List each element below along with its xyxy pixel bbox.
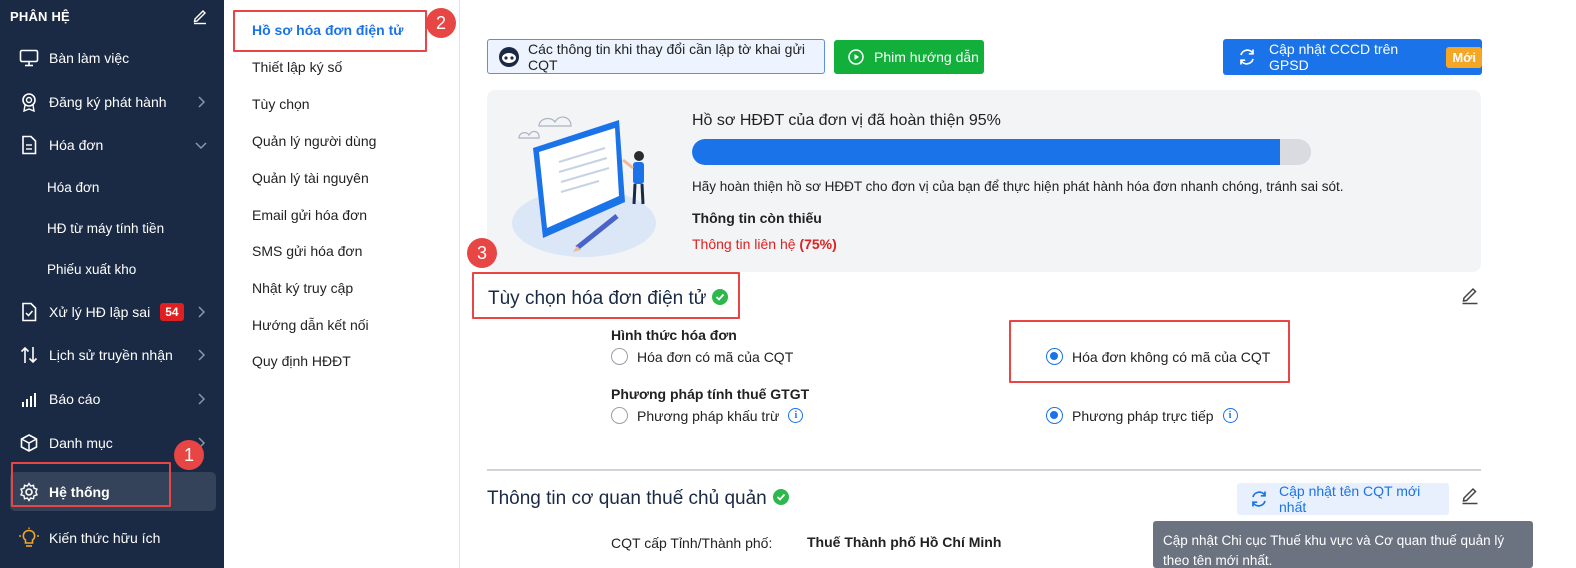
radio-button[interactable] [611, 407, 628, 424]
completion-title: Hồ sơ HĐĐT của đơn vị đã hoàn thiện 95% [692, 112, 1001, 129]
sidebar-item-history[interactable]: Lịch sử truyền nhận [10, 337, 216, 373]
radio-vat-deduction[interactable]: Phương pháp khấu trừ i [611, 407, 804, 424]
annotation-box-1 [11, 462, 171, 507]
monitor-icon [18, 47, 40, 69]
sidebar-subitem-warehouse[interactable]: Phiếu xuất kho [47, 262, 136, 277]
chevron-right-icon [198, 393, 206, 405]
badge-icon [18, 91, 40, 113]
sidebar-item-label: Danh mục [49, 435, 113, 451]
vat-method-label: Phương pháp tính thuế GTGT [611, 386, 810, 402]
declaration-info-button[interactable]: Các thông tin khi thay đổi cần lập tờ kh… [487, 39, 825, 74]
video-guide-label: Phim hướng dẫn [874, 49, 979, 65]
update-cccd-button[interactable]: Cập nhật CCCD trên GPSD Mới [1223, 39, 1482, 75]
sidebar-item-knowledge[interactable]: Kiến thức hữu ích [10, 520, 216, 556]
sidebar-subitem-cash-register[interactable]: HĐ từ máy tính tiền [47, 221, 164, 236]
robot-icon [498, 46, 520, 68]
bar-chart-icon [18, 388, 40, 410]
sidebar-item-invoice[interactable]: Hóa đơn [10, 127, 216, 163]
lightbulb-icon [18, 527, 40, 549]
cube-icon [18, 432, 40, 454]
province-tax-value: Thuế Thành phố Hồ Chí Minh [807, 534, 1002, 550]
refresh-icon [1237, 47, 1257, 67]
annotation-number-3: 3 [467, 238, 497, 268]
sidebar-item-reports[interactable]: Báo cáo [10, 381, 216, 417]
chevron-right-icon [198, 306, 206, 318]
sidebar-item-label: Hóa đơn [49, 137, 104, 153]
chevron-right-icon [198, 96, 206, 108]
video-guide-button[interactable]: Phim hướng dẫn [834, 40, 984, 74]
menu-item-sms[interactable]: SMS gửi hóa đơn [252, 243, 362, 259]
tax-authority-title-text: Thông tin cơ quan thuế chủ quản [487, 488, 767, 509]
sidebar-item-register[interactable]: Đăng ký phát hành [10, 84, 216, 120]
sidebar-item-label: Báo cáo [49, 391, 101, 407]
update-tax-authority-button[interactable]: Cập nhật tên CQT mới nhất [1237, 483, 1449, 515]
section-divider [487, 469, 1481, 471]
check-circle-icon [772, 488, 789, 505]
count-badge: 54 [160, 303, 184, 321]
radio-label: Phương pháp khấu trừ [637, 407, 780, 424]
menu-item-access-log[interactable]: Nhật ký truy cập [252, 280, 353, 296]
document-icon [18, 134, 40, 156]
missing-info-item[interactable]: Thông tin liên hệ (75%) [692, 236, 837, 252]
menu-item-resources[interactable]: Quản lý tài nguyên [252, 170, 369, 186]
menu-item-digital-signature[interactable]: Thiết lập ký số [252, 59, 342, 75]
completion-progress-bar [692, 139, 1311, 165]
province-tax-label: CQT cấp Tỉnh/Thành phố: [611, 535, 773, 551]
radio-invoice-with-code[interactable]: Hóa đơn có mã của CQT [611, 348, 793, 365]
refresh-icon [1249, 489, 1269, 509]
sidebar-item-label: Đăng ký phát hành [49, 94, 167, 110]
sidebar-item-label: Xử lý HĐ lập sai [49, 304, 151, 320]
radio-button[interactable] [611, 348, 628, 365]
menu-item-connection-guide[interactable]: Hướng dẫn kết nối [252, 317, 369, 333]
sidebar-subitem-invoice[interactable]: Hóa đơn [47, 180, 99, 195]
radio-button-selected[interactable] [1046, 407, 1063, 424]
edit-icon[interactable] [192, 7, 208, 25]
missing-info-title: Thông tin còn thiếu [692, 210, 822, 226]
annotation-box-3 [472, 272, 740, 319]
edit-invoice-options-icon[interactable] [1461, 285, 1479, 305]
missing-item-percent: (75%) [799, 236, 837, 252]
system-menu: Hồ sơ hóa đơn điện tử Thiết lập ký số Tù… [224, 0, 460, 568]
menu-item-options[interactable]: Tùy chọn [252, 96, 310, 112]
invoice-form-label: Hình thức hóa đơn [611, 327, 737, 343]
tax-authority-title: Thông tin cơ quan thuế chủ quản [487, 488, 789, 510]
tooltip: Cập nhật Chi cục Thuế khu vực và Cơ quan… [1153, 521, 1533, 568]
radio-label: Phương pháp trực tiếp [1072, 407, 1214, 424]
annotation-box-selected-option [1009, 320, 1290, 383]
info-icon[interactable]: i [1222, 408, 1238, 423]
sidebar-header: PHÂN HỆ [10, 9, 70, 24]
sidebar-item-label: Kiến thức hữu ích [49, 530, 161, 546]
illustration-image [512, 116, 656, 257]
sidebar-item-label: Lịch sử truyền nhận [49, 347, 173, 363]
chevron-down-icon [195, 142, 207, 150]
sidebar-item-workspace[interactable]: Bàn làm việc [10, 40, 216, 76]
annotation-number-1: 1 [174, 440, 204, 470]
menu-item-email[interactable]: Email gửi hóa đơn [252, 207, 367, 223]
new-badge: Mới [1446, 46, 1482, 68]
edit-tax-authority-icon[interactable] [1461, 485, 1479, 505]
info-icon[interactable]: i [788, 408, 804, 423]
radio-label: Hóa đơn có mã của CQT [637, 348, 794, 365]
play-icon [848, 49, 864, 65]
annotation-box-2 [233, 10, 427, 52]
annotation-number-2: 2 [426, 8, 456, 38]
declaration-info-label: Các thông tin khi thay đổi cần lập tờ kh… [528, 40, 805, 73]
chevron-right-icon [198, 349, 206, 361]
sidebar-item-fix-invoice[interactable]: Xử lý HĐ lập sai 54 [10, 294, 216, 330]
arrows-updown-icon [18, 344, 40, 366]
update-tax-authority-label: Cập nhật tên CQT mới nhất [1279, 483, 1421, 515]
document-check-icon [18, 301, 40, 323]
completion-description: Hãy hoàn thiện hồ sơ HĐĐT cho đơn vị của… [692, 179, 1344, 194]
radio-vat-direct[interactable]: Phương pháp trực tiếp i [1046, 407, 1238, 424]
update-cccd-label: Cập nhật CCCD trên GPSD [1269, 41, 1399, 73]
sidebar-item-label: Bàn làm việc [49, 50, 130, 66]
menu-item-users[interactable]: Quản lý người dùng [252, 133, 376, 149]
progress-fill [692, 139, 1281, 165]
missing-item-label: Thông tin liên hệ [692, 236, 796, 252]
menu-item-regulations[interactable]: Quy định HĐĐT [252, 353, 351, 369]
